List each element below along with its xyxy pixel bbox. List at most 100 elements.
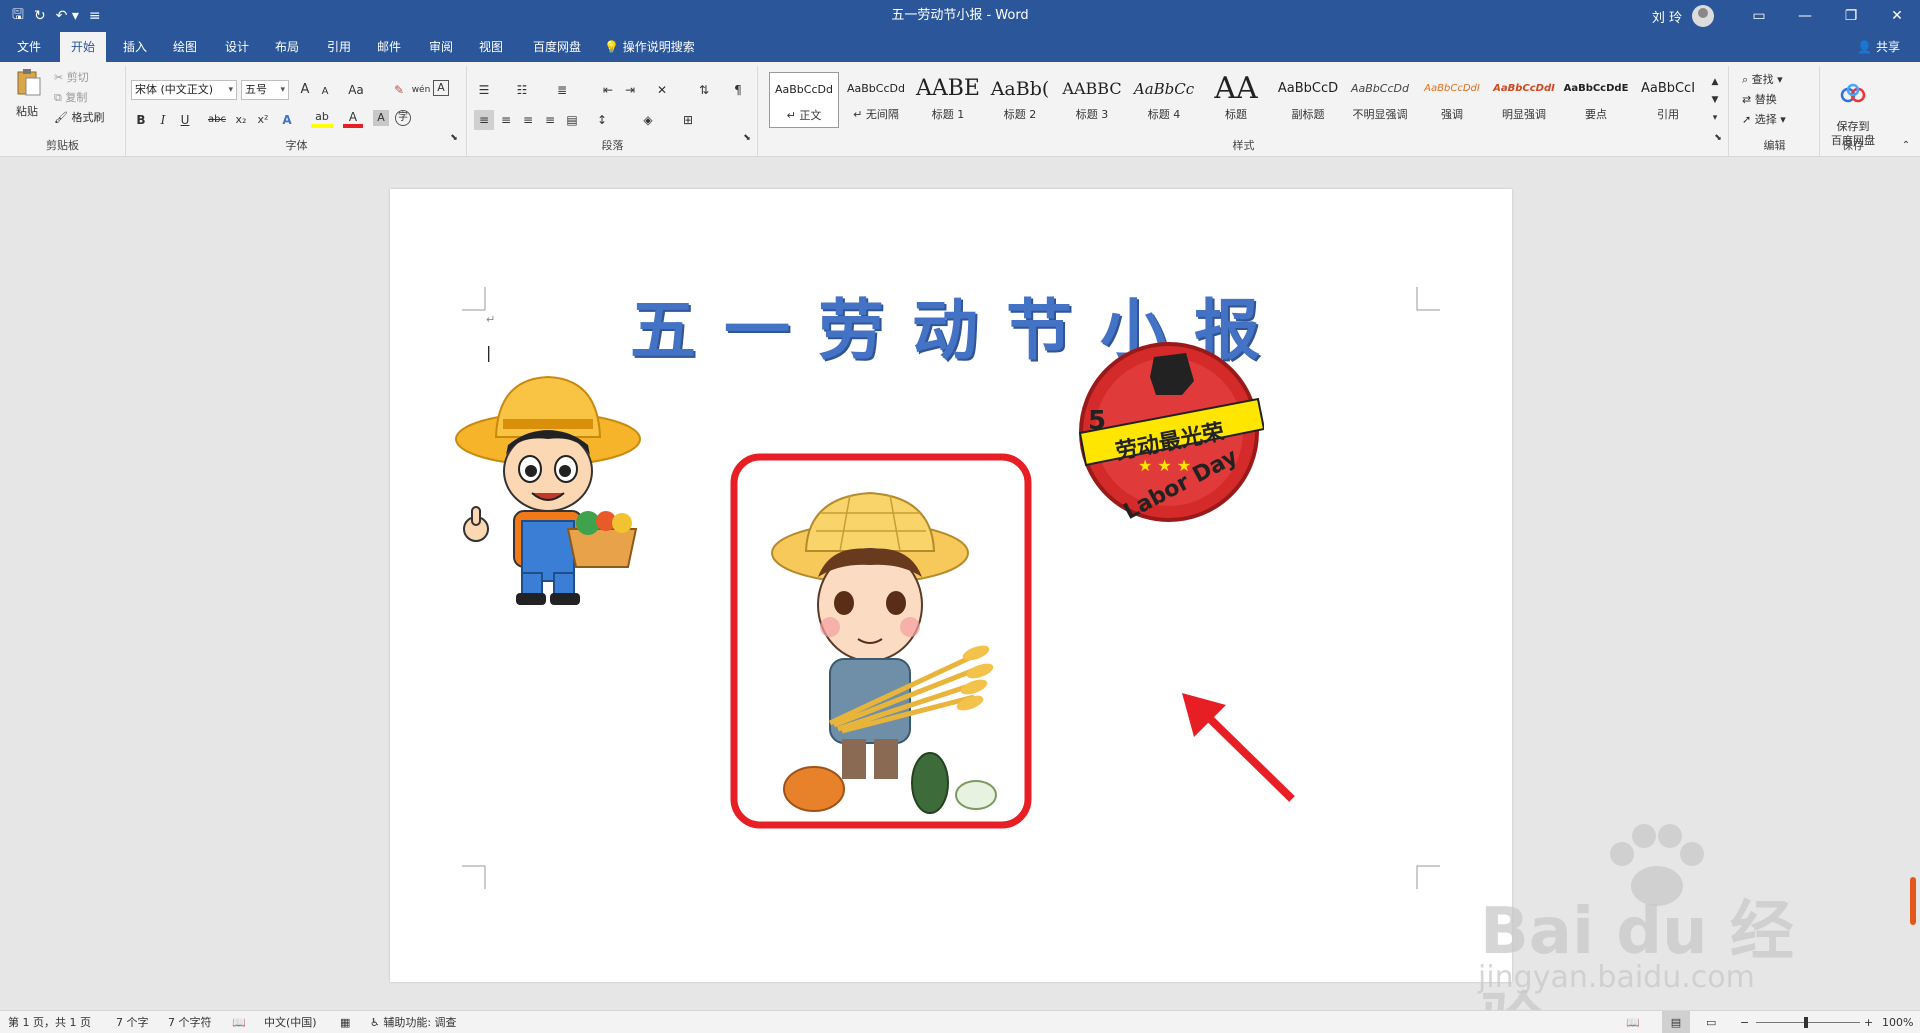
print-layout-icon[interactable]: ▤ xyxy=(1662,1011,1690,1033)
character-border-icon[interactable]: A xyxy=(433,80,449,96)
format-painter-button[interactable]: 🖌 格式刷 xyxy=(54,110,104,126)
document-page[interactable]: ↵ | 五一劳动节小报 5 劳动最光荣 Labor Day ★ ★ ★ xyxy=(390,189,1512,982)
style-subtitle[interactable]: AaBbCcD 副标题 xyxy=(1273,72,1343,128)
superscript-icon[interactable]: x² xyxy=(253,110,273,130)
style-heading-4[interactable]: AaBbCc 标题 4 xyxy=(1129,72,1199,128)
character-shading-icon[interactable]: A xyxy=(373,110,389,126)
font-size-combo[interactable]: 五号 xyxy=(241,80,289,100)
collapse-ribbon-icon[interactable]: ⌃ xyxy=(1896,136,1916,156)
ribbon-display-icon[interactable]: ▭ xyxy=(1736,0,1782,32)
tab-review[interactable]: 审阅 xyxy=(418,32,464,62)
scrollbar-thumb[interactable] xyxy=(1910,877,1916,925)
status-page-count[interactable]: 第 1 页，共 1 页 xyxy=(8,1011,91,1033)
selected-image-highlight[interactable] xyxy=(730,453,1032,829)
align-right-icon[interactable]: ≡ xyxy=(518,110,538,130)
underline-icon[interactable]: U xyxy=(175,110,195,130)
share-button[interactable]: 👤 共享 xyxy=(1857,32,1900,62)
numbering-icon[interactable]: ☷ xyxy=(512,80,532,100)
cut-button[interactable]: ✂ 剪切 xyxy=(54,70,89,86)
styles-dialog-launcher-icon[interactable]: ⬊ xyxy=(1711,128,1725,148)
zoom-slider-thumb[interactable] xyxy=(1804,1017,1808,1028)
paragraph-dialog-launcher-icon[interactable]: ⬊ xyxy=(740,128,754,148)
replace-button[interactable]: ⇄ 替换 xyxy=(1742,92,1777,108)
style-quote[interactable]: AaBbCcI 引用 xyxy=(1633,72,1703,128)
restore-icon[interactable]: ❐ xyxy=(1828,0,1874,32)
distributed-icon[interactable]: ▤ xyxy=(562,110,582,130)
style-title[interactable]: AA 标题 xyxy=(1201,72,1271,128)
shrink-font-icon[interactable]: A xyxy=(315,82,335,102)
tab-file[interactable]: 文件 xyxy=(6,32,52,62)
strikethrough-icon[interactable]: abc xyxy=(205,110,229,130)
minimize-icon[interactable]: — xyxy=(1782,0,1828,32)
decrease-indent-icon[interactable]: ⇤ xyxy=(598,80,618,100)
italic-icon[interactable]: I xyxy=(153,110,173,130)
macro-icon[interactable]: ▦ xyxy=(340,1011,350,1033)
enclose-characters-icon[interactable]: 字 xyxy=(395,110,411,126)
borders-icon[interactable]: ⊞ xyxy=(678,110,698,130)
tab-design[interactable]: 设计 xyxy=(214,32,260,62)
style-strong[interactable]: AaBbCcDdE 要点 xyxy=(1561,72,1631,128)
status-language[interactable]: 中文(中国) xyxy=(264,1011,317,1033)
tab-view[interactable]: 视图 xyxy=(468,32,514,62)
close-icon[interactable]: ✕ xyxy=(1874,0,1920,32)
bullets-icon[interactable]: ☰ xyxy=(474,80,494,100)
shading-icon[interactable]: ◈ xyxy=(638,110,658,130)
farmer-illustration[interactable] xyxy=(448,359,648,609)
proofing-icon[interactable]: 📖 xyxy=(232,1011,246,1033)
zoom-in-icon[interactable]: + xyxy=(1864,1011,1873,1033)
style-emphasis[interactable]: AaBbCcDdI 强调 xyxy=(1417,72,1487,128)
style-heading-3[interactable]: AABBC 标题 3 xyxy=(1057,72,1127,128)
style-heading-2[interactable]: AaBb( 标题 2 xyxy=(985,72,1055,128)
select-button[interactable]: ➚ 选择 ▾ xyxy=(1742,112,1786,128)
multilevel-list-icon[interactable]: ≣ xyxy=(552,80,572,100)
labor-day-badge[interactable]: 5 劳动最光荣 Labor Day ★ ★ ★ xyxy=(1074,337,1264,527)
align-left-icon[interactable]: ≡ xyxy=(474,110,494,130)
subscript-icon[interactable]: x₂ xyxy=(231,110,251,130)
styles-scroll-up-icon[interactable]: ▲ xyxy=(1707,72,1723,92)
clear-format-icon[interactable]: ✎ xyxy=(389,80,409,100)
tab-insert[interactable]: 插入 xyxy=(112,32,158,62)
bold-icon[interactable]: B xyxy=(131,110,151,130)
copy-button[interactable]: ⧉ 复制 xyxy=(54,90,87,106)
line-spacing-icon[interactable]: ↕ xyxy=(592,110,612,130)
status-word-count[interactable]: 7 个字 xyxy=(116,1011,149,1033)
status-accessibility[interactable]: ♿ 辅助功能: 调查 xyxy=(370,1011,457,1033)
chinese-layout-icon[interactable]: ✕ xyxy=(652,80,672,100)
zoom-out-icon[interactable]: − xyxy=(1740,1011,1749,1033)
sort-icon[interactable]: ⇅ xyxy=(694,80,714,100)
style-no-spacing[interactable]: AaBbCcDd ↵ 无间隔 xyxy=(841,72,911,128)
tab-references[interactable]: 引用 xyxy=(316,32,362,62)
font-name-combo[interactable]: 宋体 (中文正文) xyxy=(131,80,237,100)
style-heading-1[interactable]: AABE 标题 1 xyxy=(913,72,983,128)
change-case-icon[interactable]: Aa xyxy=(343,80,369,100)
style-normal[interactable]: AaBbCcDd ↵ 正文 xyxy=(769,72,839,128)
style-intense-emphasis[interactable]: AaBbCcDdI 明显强调 xyxy=(1489,72,1559,128)
status-char-count[interactable]: 7 个字符 xyxy=(168,1011,212,1033)
zoom-slider-track[interactable] xyxy=(1756,1022,1860,1023)
find-button[interactable]: ⌕ 查找 ▾ xyxy=(1742,72,1783,88)
read-mode-icon[interactable]: 📖 xyxy=(1626,1011,1640,1033)
web-layout-icon[interactable]: ▭ xyxy=(1706,1011,1716,1033)
tab-draw[interactable]: 绘图 xyxy=(162,32,208,62)
tab-layout[interactable]: 布局 xyxy=(264,32,310,62)
tab-baidu-netdisk[interactable]: 百度网盘 xyxy=(524,32,590,62)
show-formatting-icon[interactable]: ¶ xyxy=(728,80,748,100)
tab-home[interactable]: 开始 xyxy=(60,32,106,62)
grow-font-icon[interactable]: A xyxy=(295,80,315,100)
style-subtle-emphasis[interactable]: AaBbCcDd 不明显强调 xyxy=(1345,72,1415,128)
user-name[interactable]: 刘 玲 xyxy=(1652,7,1682,26)
save-to-baidu-button[interactable]: 保存到 百度网盘 xyxy=(1825,68,1881,148)
styles-scroll-down-icon[interactable]: ▼ xyxy=(1707,90,1723,110)
tab-mailings[interactable]: 邮件 xyxy=(366,32,412,62)
avatar[interactable] xyxy=(1692,5,1714,27)
justify-icon[interactable]: ≡ xyxy=(540,110,560,130)
styles-more-icon[interactable]: ▾ xyxy=(1707,108,1723,128)
align-center-icon[interactable]: ≡ xyxy=(496,110,516,130)
highlight-icon[interactable]: ab xyxy=(311,110,333,128)
phonetic-guide-icon[interactable]: wén xyxy=(411,80,431,100)
text-effects-icon[interactable]: A xyxy=(277,110,297,130)
increase-indent-icon[interactable]: ⇥ xyxy=(620,80,640,100)
tell-me-search[interactable]: 💡 操作说明搜索 xyxy=(604,32,695,62)
zoom-level[interactable]: 100% xyxy=(1882,1011,1913,1033)
font-dialog-launcher-icon[interactable]: ⬊ xyxy=(447,128,461,148)
